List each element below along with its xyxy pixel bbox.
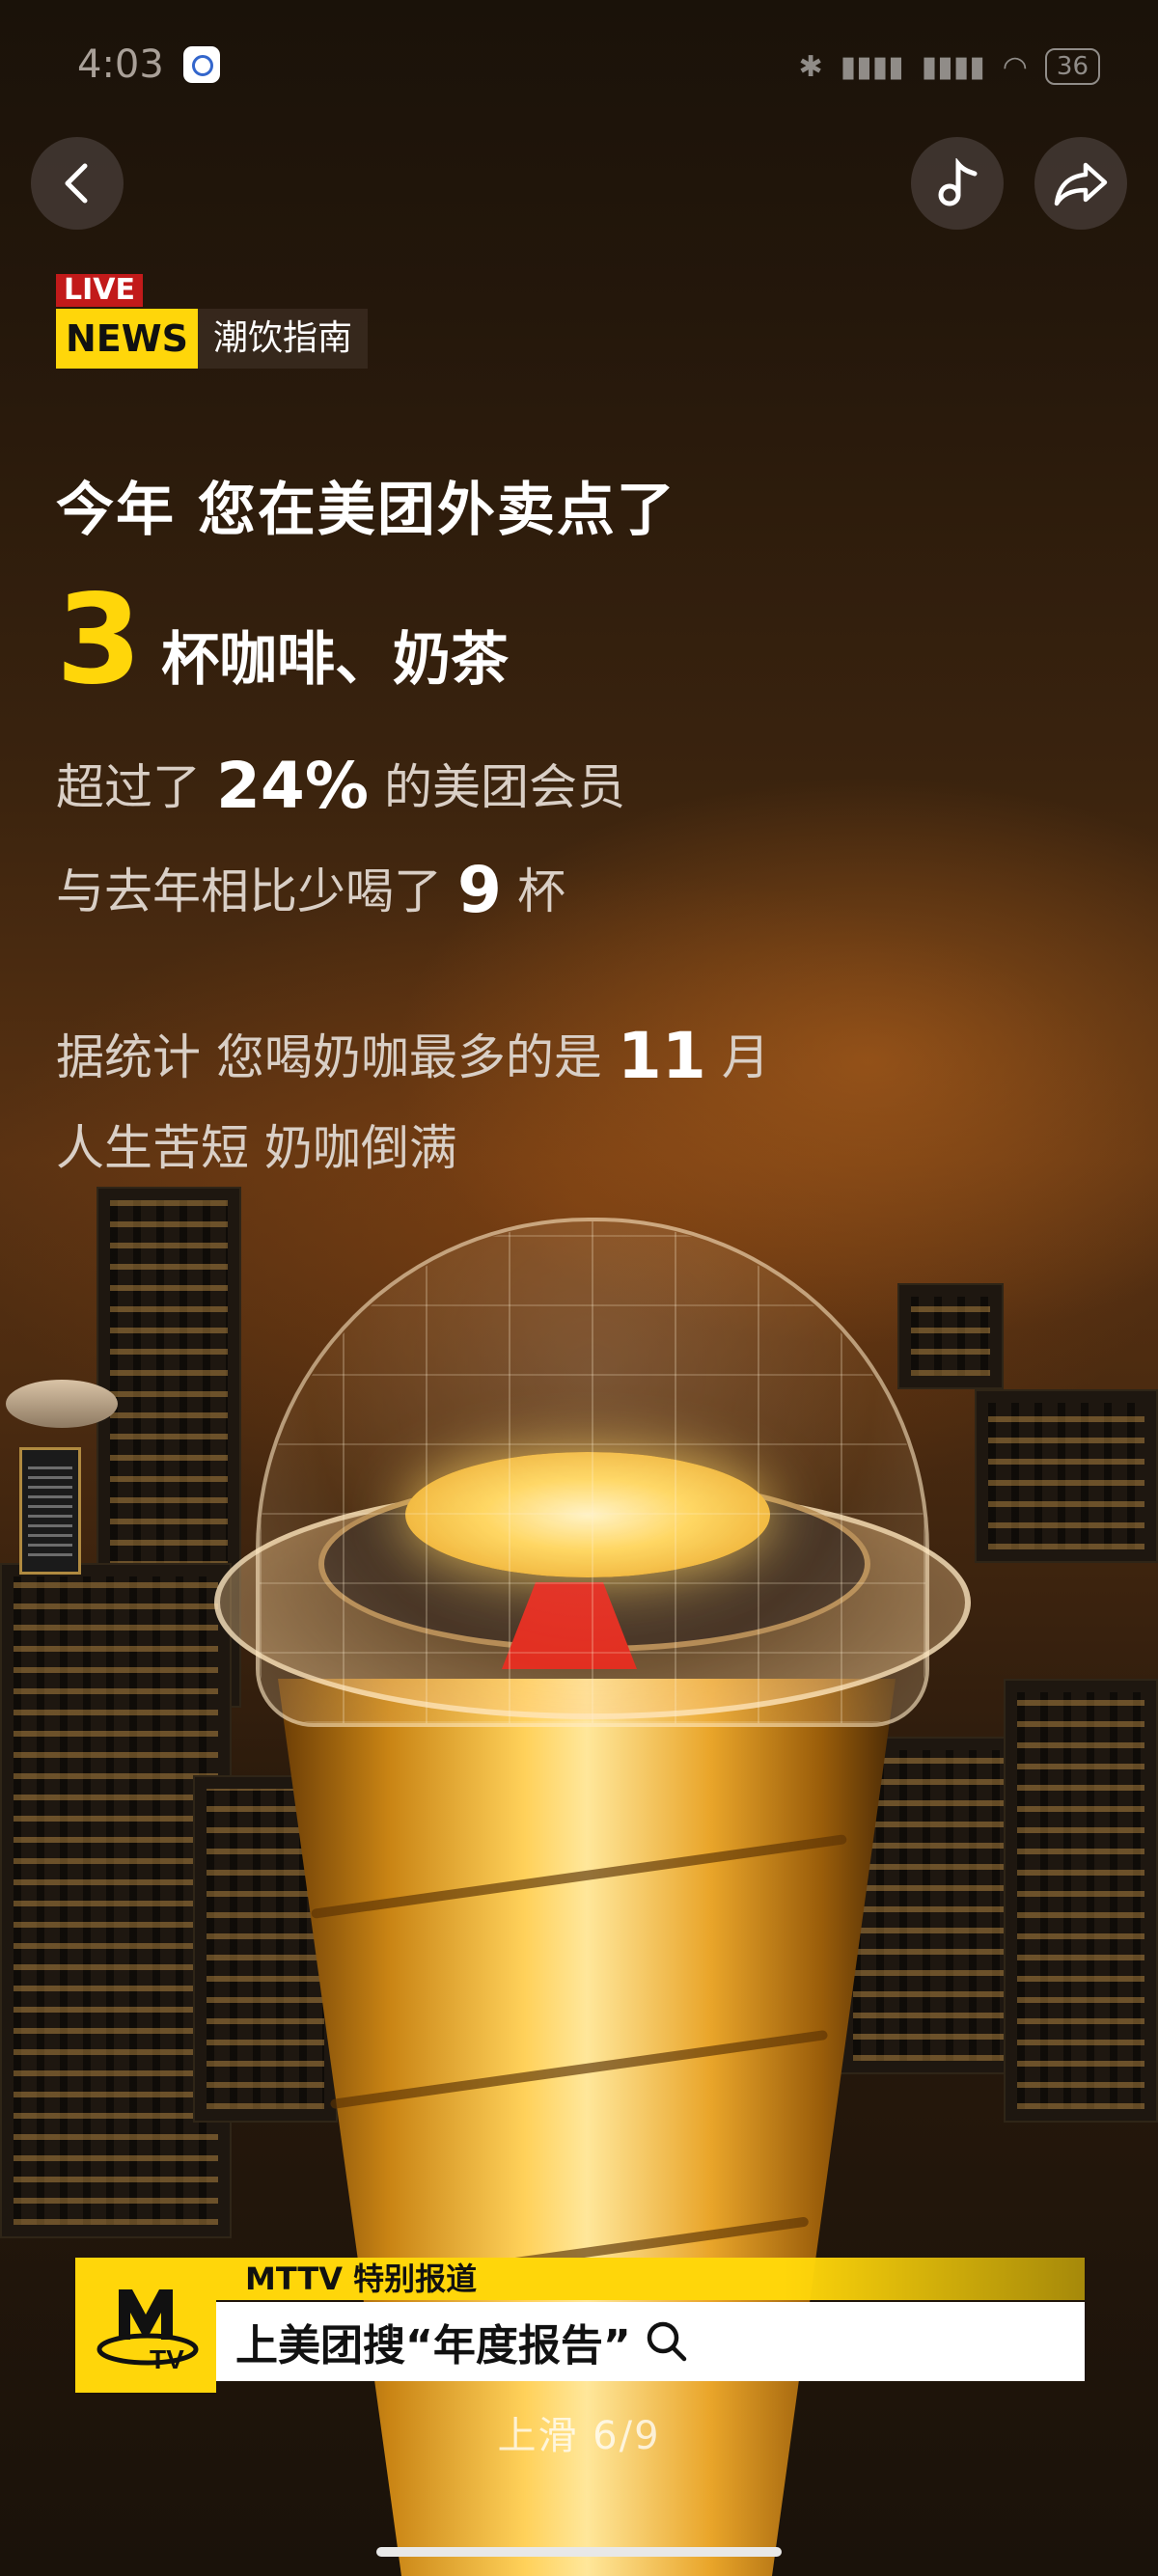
percentile-suffix: 的美团会员 (383, 759, 625, 815)
cups-label: 杯咖啡、奶茶 (161, 626, 510, 694)
share-button[interactable] (1034, 137, 1127, 230)
bluetooth-icon: ✱ (798, 49, 823, 84)
share-icon (1054, 162, 1108, 206)
slogan: 人生苦短 奶咖倒满 (56, 1120, 457, 1176)
mttv-logo-icon: TV (96, 2289, 199, 2374)
search-icon (647, 2321, 687, 2362)
swipe-page-indicator: 上滑 6/9 (497, 2414, 661, 2458)
banner-top-strip (75, 2258, 1085, 2300)
compare-line: 与去年相比少喝了 9 杯 (56, 853, 565, 922)
signal-icon: ▮▮▮▮ (921, 49, 985, 84)
news-row: NEWS 潮饮指南 (56, 309, 369, 369)
month-value: 11 (617, 1019, 706, 1093)
channel-name: 潮饮指南 (198, 309, 369, 369)
signal-icon: ▮▮▮▮ (840, 49, 904, 84)
banner-title: MTTV 特别报道 (245, 2261, 478, 2297)
music-note-icon (938, 158, 978, 206)
banner-search-text: 上美团搜“年度报告” (235, 2321, 631, 2370)
status-icons: ✱ ▮▮▮▮ ▮▮▮▮ ◠ 36 (798, 42, 1100, 91)
news-badge: LIVE NEWS 潮饮指南 (56, 274, 369, 369)
chevron-left-icon (65, 163, 88, 204)
report-headline: 今年 您在美团外卖点了 (56, 477, 676, 544)
month-prefix: 据统计 您喝奶咖最多的是 (56, 1029, 602, 1085)
live-tag: LIVE (56, 274, 143, 307)
back-button[interactable] (31, 137, 124, 230)
notification-app-icon (183, 46, 220, 83)
mttv-logo: TV (75, 2258, 216, 2393)
banner-search-box[interactable]: 上美团搜“年度报告” (216, 2302, 1085, 2381)
blimp-icon (6, 1380, 118, 1428)
cups-count-row: 3 杯咖啡、奶茶 (56, 579, 509, 702)
compare-suffix: 杯 (516, 863, 565, 919)
compare-value: 9 (457, 853, 502, 927)
cups-count: 3 (56, 568, 143, 712)
blimp-screen (19, 1447, 81, 1575)
status-time: 4:03 (77, 42, 164, 87)
percentile-line: 超过了 24% 的美团会员 (56, 749, 625, 818)
building (975, 1389, 1158, 1563)
home-indicator[interactable] (376, 2547, 782, 2557)
percentile-prefix: 超过了 (56, 759, 201, 815)
month-suffix: 月 (721, 1029, 770, 1085)
mttv-logo-text: TV (150, 2344, 184, 2374)
building (1004, 1679, 1158, 2123)
mttv-search-banner[interactable]: MTTV 特别报道 TV 上美团搜“年度报告” (75, 2258, 1085, 2393)
news-tag: NEWS (56, 309, 199, 369)
compare-prefix: 与去年相比少喝了 (56, 863, 442, 919)
battery-icon: 36 (1044, 48, 1100, 85)
percentile-value: 24% (216, 749, 369, 823)
music-button[interactable] (911, 137, 1004, 230)
wifi-icon: ◠ (1002, 49, 1028, 84)
month-line: 据统计 您喝奶咖最多的是 11 月 (56, 1019, 770, 1088)
building (897, 1283, 1004, 1389)
